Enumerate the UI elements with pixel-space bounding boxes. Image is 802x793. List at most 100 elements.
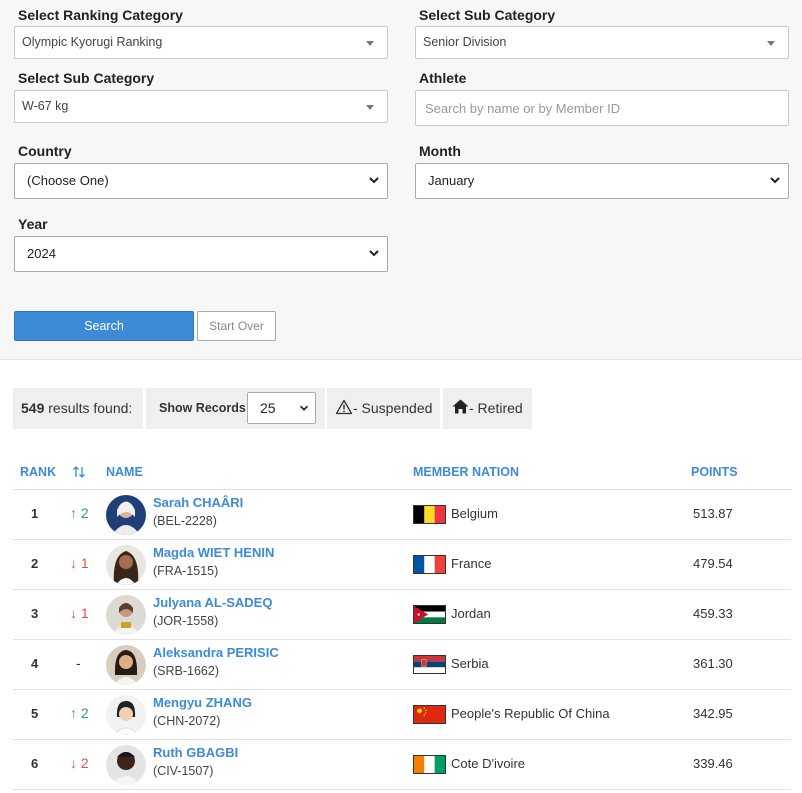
france-flag-icon [413, 555, 446, 574]
rank-change: ↑ 2 [70, 705, 89, 721]
suspended-label: - Suspended [353, 400, 433, 416]
nation-cell: Belgium [451, 506, 498, 521]
serbia-flag-icon [413, 655, 446, 674]
weight-category-value: W-67 kg [22, 99, 69, 113]
athlete-name-link[interactable]: Aleksandra PERISIC [153, 645, 279, 660]
points-cell: 513.87 [693, 506, 733, 521]
weight-category-label: Select Sub Category [18, 70, 155, 86]
nation-cell: Serbia [451, 656, 489, 671]
arrow-up-icon: ↑ [70, 705, 77, 721]
athlete-name-link[interactable]: Mengyu ZHANG [153, 695, 252, 710]
cote-divoire-flag-icon [413, 755, 446, 774]
member-id: (BEL-2228) [153, 514, 217, 528]
china-flag-icon [413, 705, 446, 724]
start-over-button[interactable]: Start Over [197, 311, 276, 341]
rank-change: ↑ 2 [70, 505, 89, 521]
results-count: 549 results found: [13, 388, 143, 429]
nation-header[interactable]: MEMBER NATION [413, 465, 519, 479]
arrow-down-icon: ↓ [70, 755, 77, 771]
sort-icon[interactable] [72, 465, 86, 479]
home-icon [452, 399, 469, 414]
athlete-name-link[interactable]: Julyana AL-SADEQ [153, 595, 272, 610]
points-cell: 339.46 [693, 756, 733, 771]
table-row[interactable]: 2 ↓ 1 Magda WIET HENIN (FRA-1515) France… [13, 540, 791, 590]
points-cell: 361.30 [693, 656, 733, 671]
rank-cell: 5 [31, 706, 39, 721]
division-value: Senior Division [423, 35, 507, 49]
nation-cell: People's Republic Of China [451, 706, 610, 721]
division-select[interactable]: Senior Division [415, 26, 789, 59]
ranking-category-label: Select Ranking Category [18, 7, 183, 23]
rank-change: ↓ 2 [70, 755, 89, 771]
chevron-down-icon [369, 250, 379, 257]
arrow-down-icon: ↓ [70, 605, 77, 621]
caret-down-icon [366, 41, 374, 46]
belgium-flag-icon [413, 505, 446, 524]
show-records-select[interactable]: 25 [247, 392, 316, 424]
nation-cell: Jordan [451, 606, 491, 621]
chevron-down-icon [299, 405, 309, 411]
athlete-avatar [106, 695, 146, 735]
rank-change-value: 2 [80, 505, 89, 521]
name-header[interactable]: NAME [106, 465, 143, 479]
rank-change-value: 2 [80, 755, 89, 771]
table-row[interactable]: 5 ↑ 2 Mengyu ZHANG (CHN-2072) People's R… [13, 690, 791, 740]
nation-cell: Cote D'ivoire [451, 756, 526, 771]
athlete-avatar [106, 595, 146, 635]
month-select[interactable]: January [415, 163, 789, 199]
suspended-legend: - Suspended [327, 388, 440, 429]
show-records-label: Show Records: [159, 401, 250, 415]
weight-category-select[interactable]: W-67 kg [14, 90, 388, 123]
rank-cell: 4 [31, 656, 39, 671]
points-cell: 479.54 [693, 556, 733, 571]
month-label: Month [419, 143, 461, 159]
athlete-avatar [106, 645, 146, 685]
points-cell: 459.33 [693, 606, 733, 621]
athlete-name-link[interactable]: Magda WIET HENIN [153, 545, 274, 560]
points-cell: 342.95 [693, 706, 733, 721]
athlete-name-link[interactable]: Ruth GBAGBI [153, 745, 238, 760]
athlete-avatar [106, 545, 146, 585]
chevron-down-icon [770, 177, 780, 184]
rank-cell: 1 [31, 506, 39, 521]
rank-change-value: 1 [80, 555, 89, 571]
table-row[interactable]: 1 ↑ 2 Sarah CHAÂRI (BEL-2228) Belgium 51… [13, 490, 791, 540]
athlete-label: Athlete [419, 70, 467, 86]
rank-change-value: 2 [80, 705, 89, 721]
retired-legend: - Retired [443, 388, 532, 429]
warning-icon [335, 399, 353, 415]
month-value: January [428, 173, 475, 188]
athlete-avatar [106, 745, 146, 785]
table-row[interactable]: 4 - Aleksandra PERISIC (SRB-1662) Serbia… [13, 640, 791, 690]
year-select[interactable]: 2024 [14, 236, 388, 272]
ranking-category-select[interactable]: Olympic Kyorugi Ranking [14, 26, 388, 59]
arrow-up-icon: ↑ [70, 505, 77, 521]
member-id: (SRB-1662) [153, 664, 219, 678]
rank-change-value: 1 [80, 605, 89, 621]
table-row[interactable]: 6 ↓ 2 Ruth GBAGBI (CIV-1507) Cote D'ivoi… [13, 740, 791, 790]
results-count-text: results found: [44, 400, 133, 416]
country-label: Country [18, 143, 72, 159]
athlete-search-input[interactable] [415, 90, 789, 126]
filter-panel: Select Ranking Category Olympic Kyorugi … [0, 0, 802, 360]
jordan-flag-icon [413, 605, 446, 624]
search-button[interactable]: Search [14, 311, 194, 341]
rank-change: ↓ 1 [70, 605, 89, 621]
rank-cell: 3 [31, 606, 39, 621]
caret-down-icon [366, 105, 374, 110]
caret-down-icon [767, 41, 775, 46]
athlete-name-link[interactable]: Sarah CHAÂRI [153, 495, 243, 510]
sub-category-label: Select Sub Category [419, 7, 556, 23]
member-id: (JOR-1558) [153, 614, 219, 628]
athlete-avatar [106, 495, 146, 535]
country-select[interactable]: (Choose One) [14, 163, 388, 199]
table-row[interactable]: 3 ↓ 1 Julyana AL-SADEQ (JOR-1558) Jordan… [13, 590, 791, 640]
year-value: 2024 [27, 246, 56, 261]
country-value: (Choose One) [27, 173, 109, 188]
arrow-down-icon: ↓ [70, 555, 77, 571]
rank-header[interactable]: RANK [20, 465, 56, 479]
nation-cell: France [451, 556, 492, 571]
member-id: (CIV-1507) [153, 764, 214, 778]
member-id: (CHN-2072) [153, 714, 221, 728]
points-header[interactable]: POINTS [691, 465, 738, 479]
